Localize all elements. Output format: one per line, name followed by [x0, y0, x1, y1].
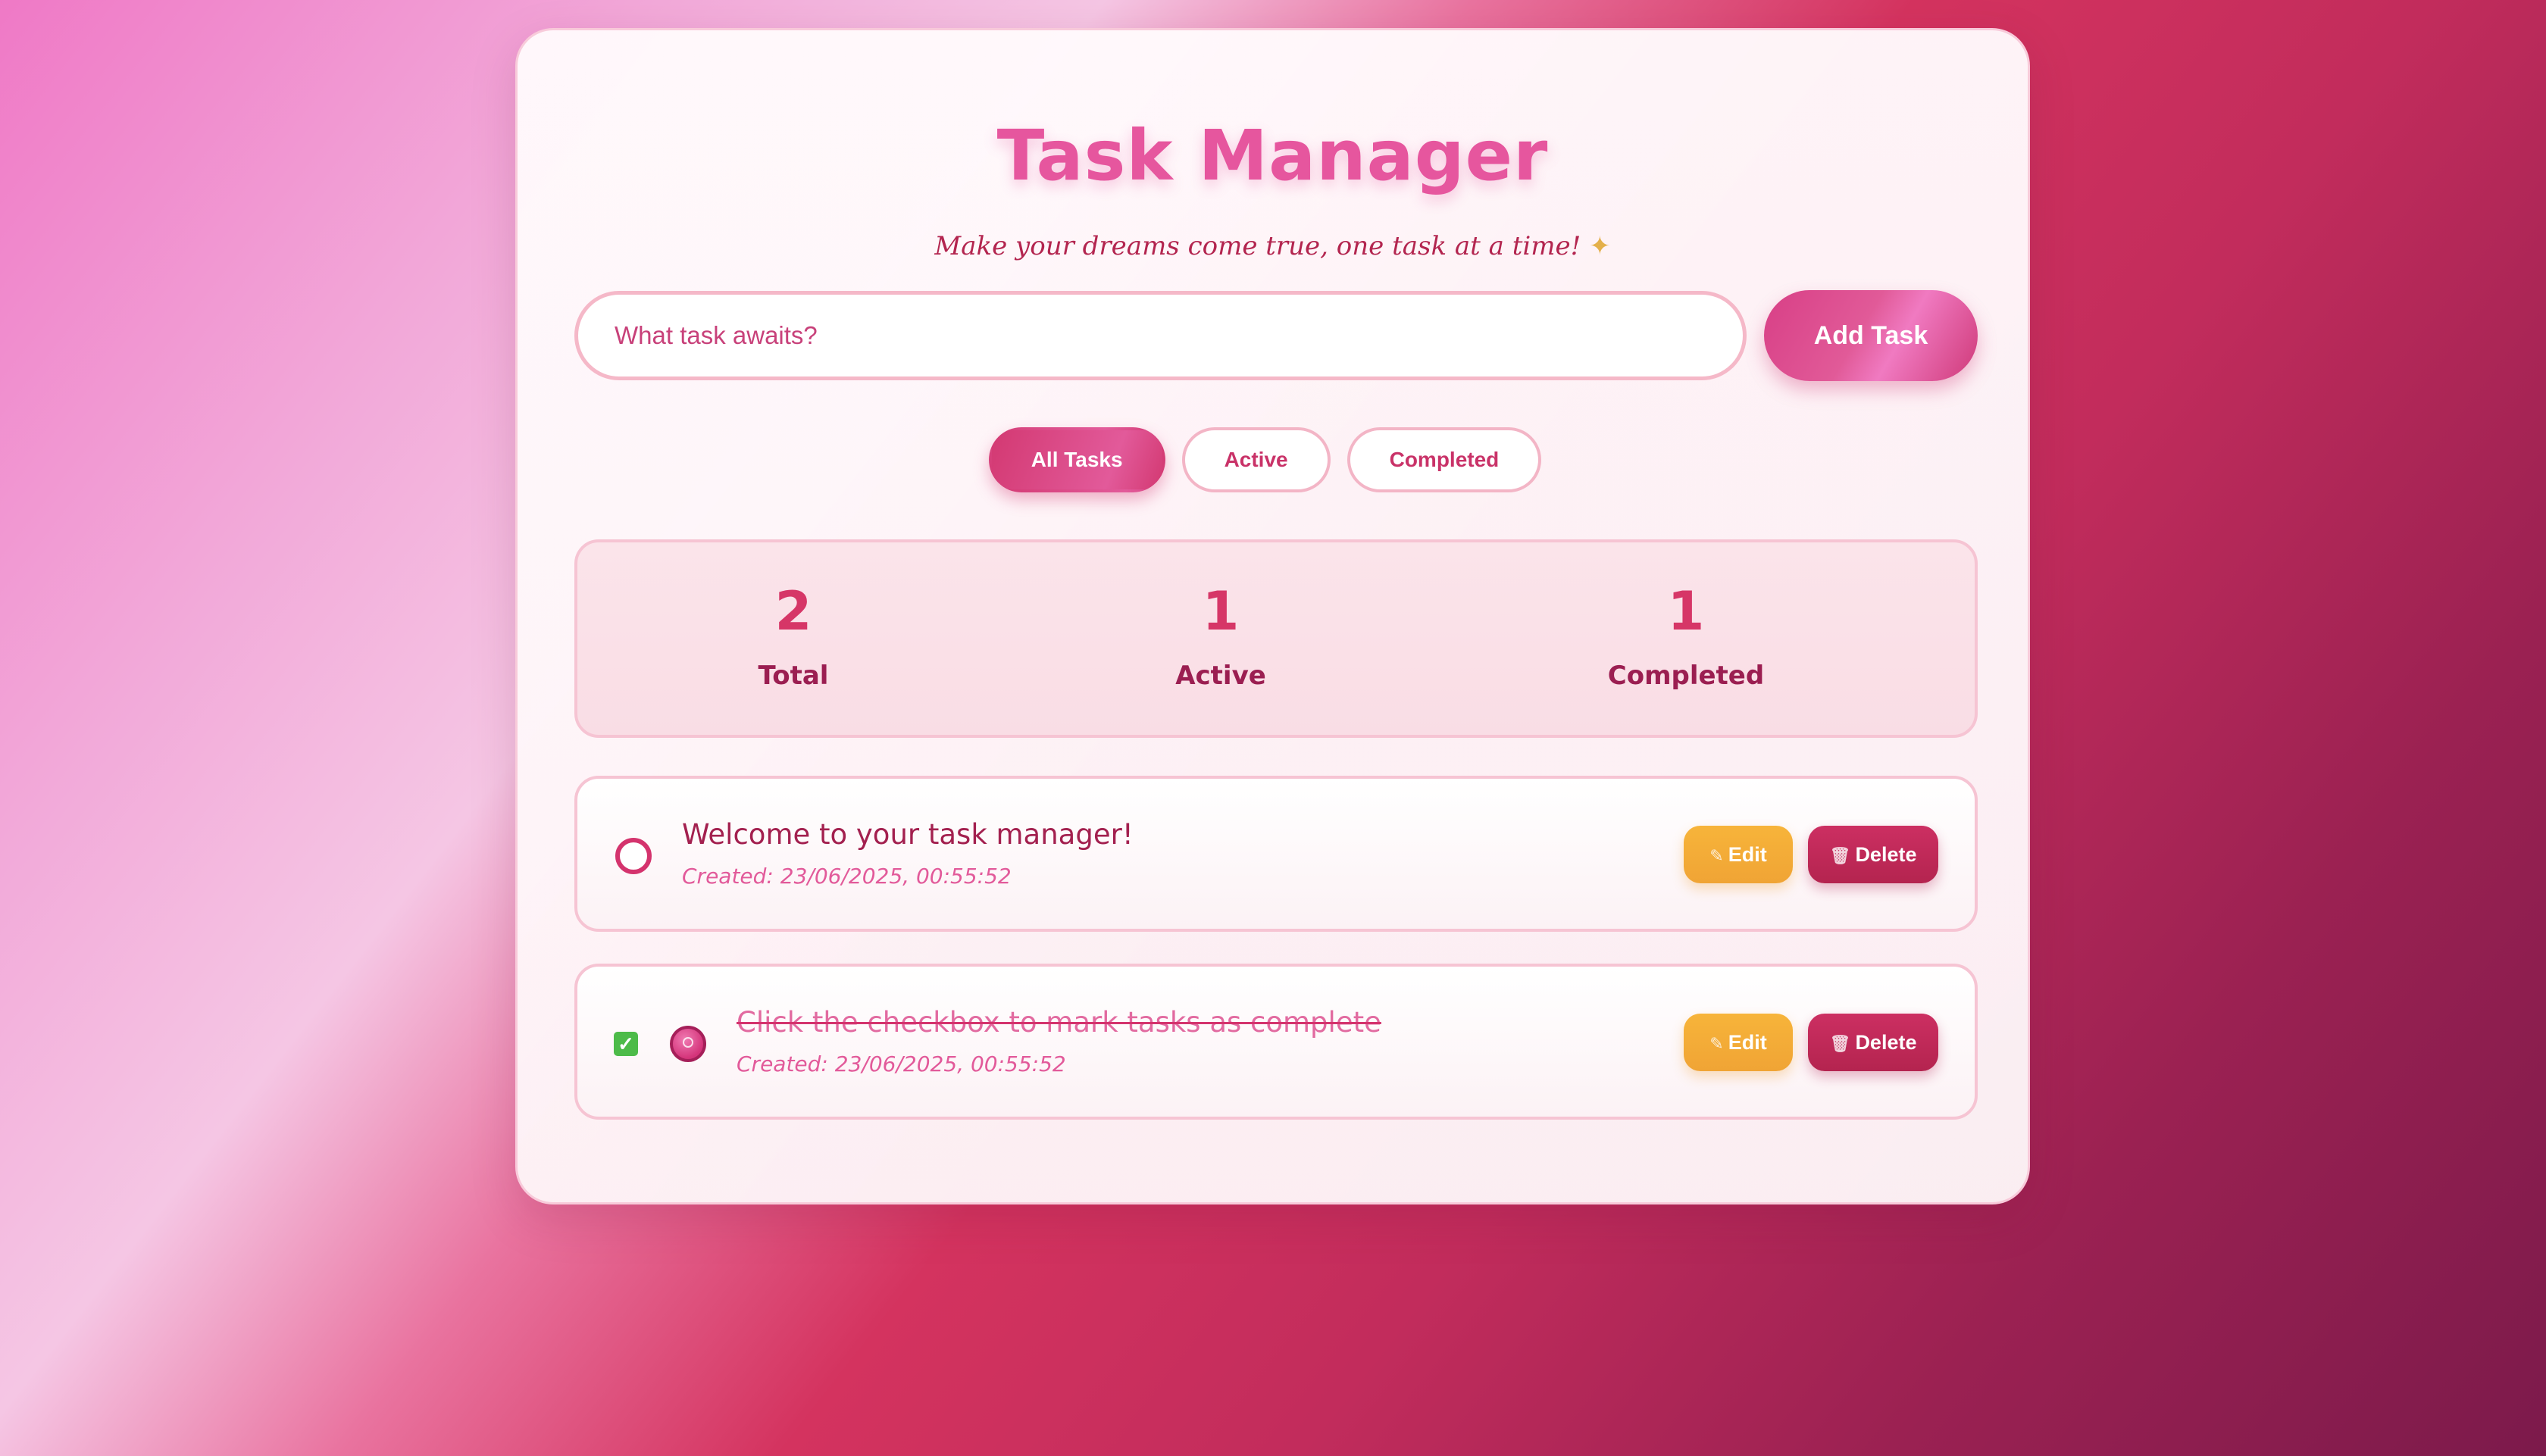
filter-all-tasks[interactable]: All Tasks: [988, 427, 1165, 492]
add-task-button[interactable]: Add Task: [1764, 290, 1978, 381]
delete-label: Delete: [1855, 842, 1917, 866]
filter-active[interactable]: Active: [1181, 427, 1331, 492]
trash-icon: 🗑: [1829, 846, 1851, 866]
pencil-icon: ✎: [1709, 1034, 1724, 1054]
app-title: Task Manager: [996, 115, 1549, 196]
edit-button[interactable]: ✎ Edit: [1684, 1014, 1793, 1071]
stat-active-value: 1: [1202, 580, 1240, 642]
pencil-icon: ✎: [1709, 846, 1724, 866]
edit-button[interactable]: ✎ Edit: [1684, 826, 1793, 883]
delete-button[interactable]: 🗑 Delete: [1808, 826, 1938, 883]
checkbox-checked-icon[interactable]: ✓: [614, 1032, 638, 1056]
stat-completed-label: Completed: [1607, 661, 1765, 691]
task-text: Click the checkbox to mark tasks as comp…: [737, 1006, 1381, 1039]
stats-panel: 2 Total 1 Active 1 Completed: [574, 539, 1978, 738]
task-text: Welcome to your task manager!: [682, 818, 1134, 851]
delete-button[interactable]: 🗑 Delete: [1808, 1014, 1938, 1071]
stat-total-label: Total: [758, 661, 829, 691]
filter-completed[interactable]: Completed: [1347, 427, 1542, 492]
task-created-date: Created: 23/06/2025, 00:55:52: [737, 1051, 1066, 1076]
new-task-input[interactable]: [574, 291, 1747, 380]
stat-total-value: 2: [774, 580, 812, 642]
stat-completed-value: 1: [1667, 580, 1705, 642]
task-manager-card: Task Manager Make your dreams come true,…: [515, 28, 2030, 1204]
app-subtitle: Make your dreams come true, one task at …: [518, 231, 2028, 261]
edit-label: Edit: [1728, 1030, 1767, 1054]
edit-label: Edit: [1728, 842, 1767, 866]
subtitle-text: Make your dreams come true, one task at …: [934, 231, 1581, 261]
task-toggle-circle[interactable]: [615, 838, 652, 874]
sparkle-icon: ✦: [1589, 231, 1611, 261]
filter-bar: All Tasks Active Completed: [518, 427, 2028, 492]
task-created-date: Created: 23/06/2025, 00:55:52: [682, 864, 1012, 889]
stat-active-label: Active: [1175, 661, 1266, 691]
delete-label: Delete: [1855, 1030, 1917, 1054]
trash-icon: 🗑: [1829, 1034, 1851, 1054]
task-item: Welcome to your task manager! Created: 2…: [574, 776, 1978, 932]
task-completed-indicator[interactable]: [670, 1026, 706, 1062]
task-item: ✓ Click the checkbox to mark tasks as co…: [574, 964, 1978, 1120]
